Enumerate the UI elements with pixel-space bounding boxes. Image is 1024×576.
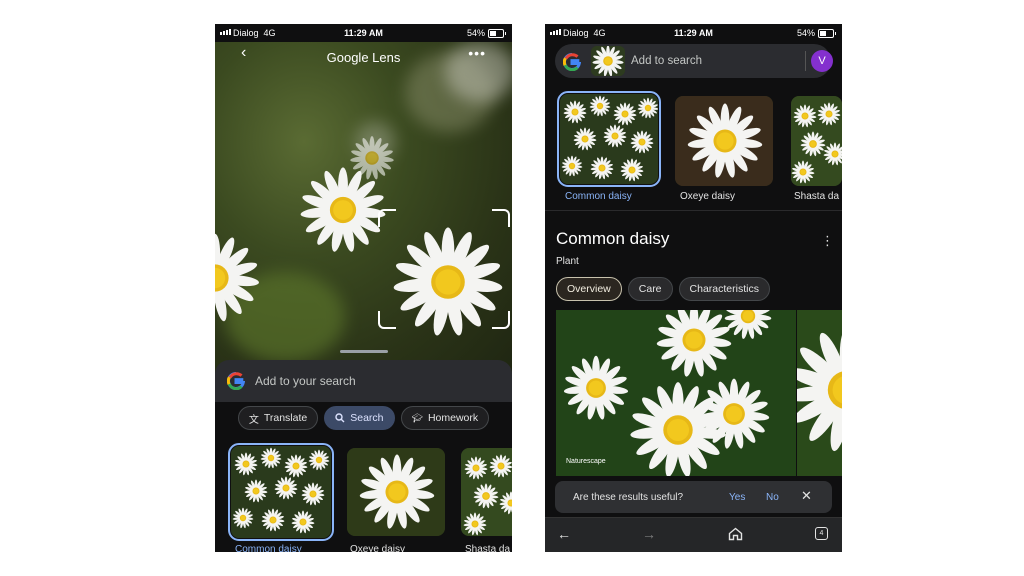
tab-overview[interactable]: Overview	[556, 277, 622, 301]
divider	[545, 210, 842, 211]
photo-credit: Naturescape	[566, 458, 606, 465]
status-bar: Dialog 4G 11:29 AM 54%	[215, 24, 512, 42]
daisy-field-image	[560, 94, 658, 184]
tab-characteristics[interactable]: Characteristics	[678, 277, 770, 301]
crop-handle-bottom-right[interactable]	[492, 311, 510, 329]
chip-label: Search	[350, 412, 384, 424]
result-thumb-oxeye-daisy[interactable]	[347, 448, 445, 536]
feedback-question: Are these results useful?	[573, 492, 684, 503]
result-thumb-common-daisy[interactable]	[228, 443, 334, 541]
daisy-cluster-image	[461, 448, 512, 536]
lens-camera-screen: Dialog 4G 11:29 AM 54% ‹ Google Lens •••…	[215, 24, 512, 552]
result-label[interactable]: Oxeye daisy	[680, 191, 735, 202]
homework-icon: 🎓︎	[411, 412, 423, 423]
more-vert-icon[interactable]: ⋮	[821, 233, 834, 249]
daisy-photo-partial	[797, 310, 842, 476]
daisy-photo	[556, 310, 796, 476]
camera-viewfinder[interactable]	[215, 42, 512, 374]
result-thumb-shasta-daisy[interactable]	[461, 448, 512, 536]
sheet-drag-handle[interactable]	[340, 350, 388, 353]
home-icon[interactable]	[728, 527, 743, 541]
search-placeholder: Add to your search	[255, 374, 356, 388]
result-thumb-shasta-daisy[interactable]	[791, 96, 842, 186]
search-results-screen: Dialog 4G 11:29 AM 54% Add to search V C…	[545, 24, 842, 552]
more-horiz-icon[interactable]: •••	[468, 45, 486, 61]
add-to-search-bar[interactable]: Add to your search	[215, 360, 512, 402]
battery-percent: 54%	[796, 28, 815, 38]
add-to-search-bar[interactable]: Add to search V	[555, 44, 833, 78]
close-icon[interactable]: ✕	[801, 488, 812, 504]
feedback-yes-button[interactable]: Yes	[729, 492, 745, 503]
crop-handle-bottom-left[interactable]	[378, 311, 396, 329]
knowledge-panel-title: Common daisy	[556, 229, 670, 248]
browser-bottom-nav: ← → 4	[545, 517, 842, 552]
search-icon	[335, 413, 345, 423]
google-g-icon	[227, 372, 245, 390]
result-label[interactable]: Oxeye daisy	[350, 544, 405, 552]
battery-icon	[488, 28, 506, 38]
result-label[interactable]: Common daisy	[235, 544, 302, 552]
chip-label: Homework	[427, 412, 479, 424]
mode-chip-homework[interactable]: 🎓︎ Homework	[400, 406, 490, 430]
crop-handle-top-right[interactable]	[492, 209, 510, 227]
battery-percent: 54%	[466, 28, 485, 38]
feedback-prompt: Are these results useful? Yes No ✕	[555, 481, 832, 513]
daisy-field-image	[231, 446, 331, 538]
query-image-thumbnail[interactable]	[591, 46, 625, 76]
panel-main-photo[interactable]: Naturescape	[556, 310, 796, 476]
forward-arrow-icon[interactable]: →	[642, 526, 656, 542]
single-daisy-image	[675, 96, 773, 186]
knowledge-panel-subtitle: Plant	[556, 256, 579, 267]
divider	[805, 51, 806, 71]
feedback-no-button[interactable]: No	[766, 492, 779, 503]
result-label[interactable]: Shasta da	[794, 191, 839, 202]
result-label[interactable]: Shasta da	[465, 544, 510, 552]
tab-care[interactable]: Care	[627, 277, 673, 301]
back-arrow-icon[interactable]: ←	[557, 526, 571, 542]
daisy-query-image	[591, 46, 625, 76]
chip-label: Translate	[263, 412, 308, 424]
panel-side-photo[interactable]	[797, 310, 842, 476]
translate-icon: 文	[248, 414, 259, 426]
single-daisy-image	[347, 448, 445, 536]
google-g-icon[interactable]	[563, 53, 581, 71]
lens-mode-chips: 文 Translate Search 🎓︎ Homework	[215, 406, 512, 430]
mode-chip-translate[interactable]: 文 Translate	[237, 406, 319, 430]
battery-icon	[818, 28, 836, 38]
crop-handle-top-left[interactable]	[378, 209, 396, 227]
avatar[interactable]: V	[811, 50, 833, 72]
status-bar: Dialog 4G 11:29 AM 54%	[545, 24, 842, 42]
daisy-cluster-image	[791, 96, 842, 186]
selection-crop-box[interactable]	[378, 209, 510, 329]
search-placeholder: Add to search	[631, 55, 702, 67]
result-thumb-common-daisy[interactable]	[557, 91, 661, 187]
panel-tabs: Overview Care Characteristics	[556, 277, 770, 301]
tabs-icon[interactable]: 4	[815, 527, 828, 540]
result-thumb-oxeye-daisy[interactable]	[675, 96, 773, 186]
result-label[interactable]: Common daisy	[565, 191, 632, 202]
mode-chip-search[interactable]: Search	[324, 406, 395, 430]
